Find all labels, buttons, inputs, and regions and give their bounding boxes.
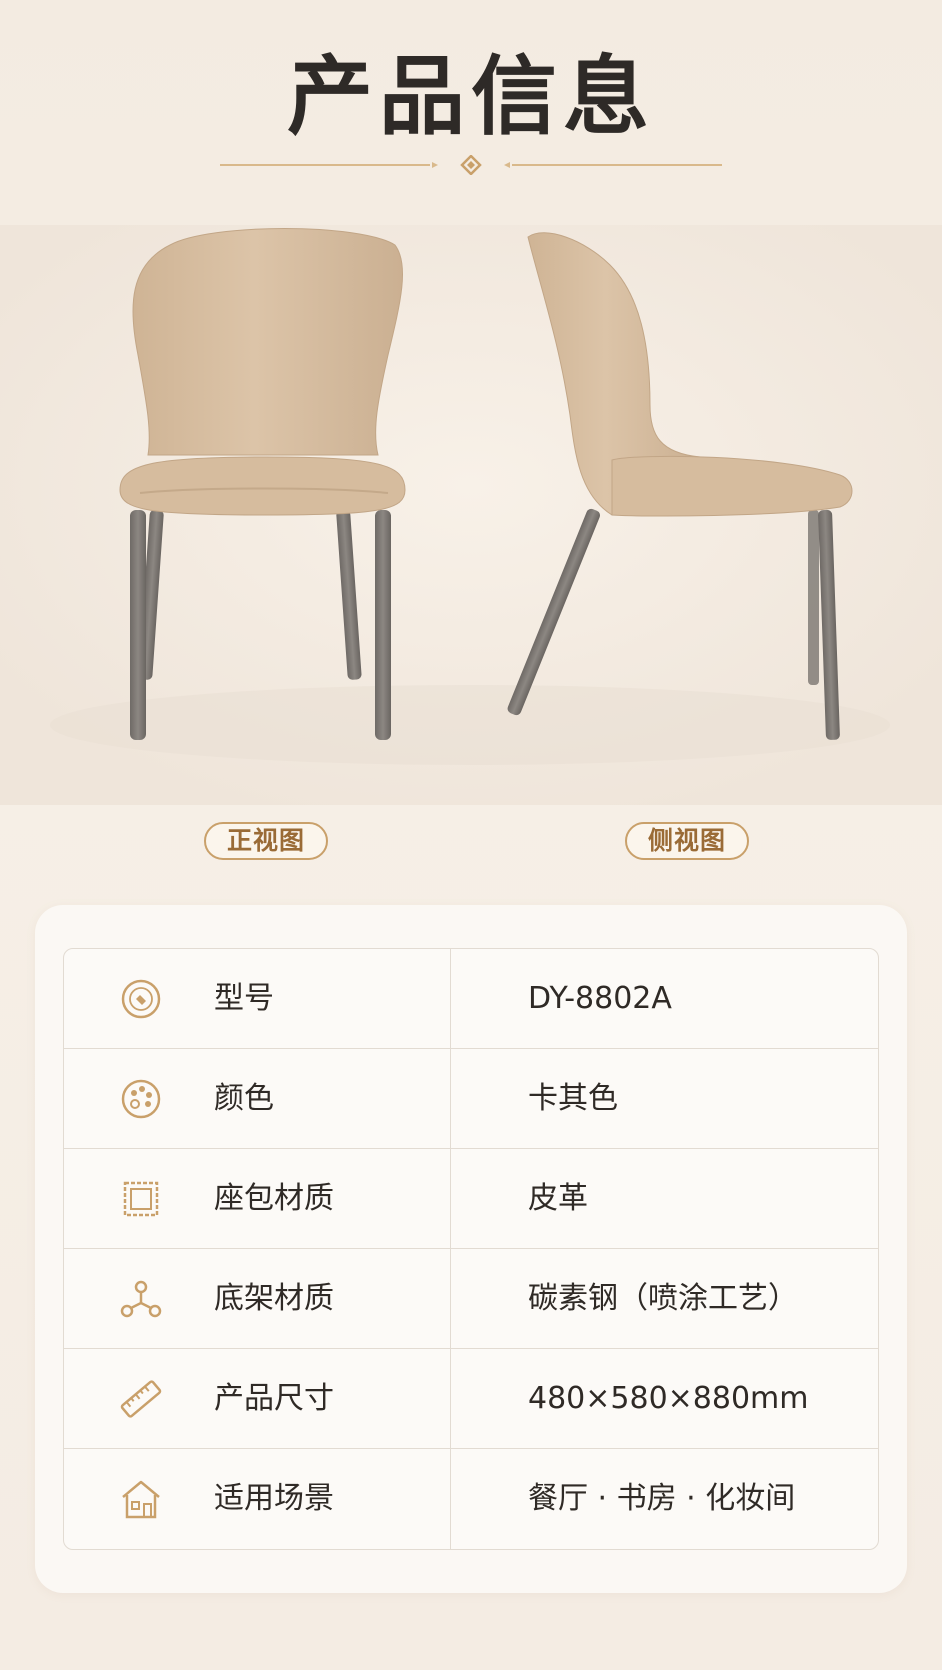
spec-value: 餐厅 · 书房 · 化妆间 bbox=[528, 1481, 796, 1516]
spec-value: 皮革 bbox=[528, 1181, 588, 1216]
page-title: 产品信息 bbox=[287, 47, 655, 147]
spec-row-model: 型号 DY-8802A bbox=[64, 949, 878, 1049]
fabric-swatch-icon bbox=[123, 1181, 159, 1217]
color-palette-icon bbox=[121, 1079, 161, 1119]
model-badge-icon bbox=[121, 979, 161, 1019]
chair-product-photo bbox=[0, 225, 942, 805]
column-divider bbox=[450, 1049, 451, 1148]
column-divider bbox=[450, 1349, 451, 1448]
column-divider bbox=[450, 1449, 451, 1549]
spec-value: 碳素钢（喷涂工艺） bbox=[528, 1281, 798, 1316]
spec-row-scenarios: 适用场景 餐厅 · 书房 · 化妆间 bbox=[64, 1449, 878, 1549]
spec-value: 卡其色 bbox=[528, 1081, 618, 1116]
spec-label: 颜色 bbox=[214, 1081, 274, 1116]
spec-value: DY-8802A bbox=[528, 981, 672, 1016]
spec-table: 型号 DY-8802A 颜色 卡其色 座包材质 皮革 底架材质 碳素钢（喷涂工艺… bbox=[63, 948, 879, 1550]
spec-value: 480×580×880mm bbox=[528, 1381, 809, 1416]
column-divider bbox=[450, 949, 451, 1048]
ruler-icon bbox=[120, 1380, 162, 1418]
spec-row-color: 颜色 卡其色 bbox=[64, 1049, 878, 1149]
spec-row-frame-material: 底架材质 碳素钢（喷涂工艺） bbox=[64, 1249, 878, 1349]
front-view-label: 正视图 bbox=[204, 822, 328, 860]
column-divider bbox=[450, 1249, 451, 1348]
spec-row-seat-material: 座包材质 皮革 bbox=[64, 1149, 878, 1249]
spec-row-dimensions: 产品尺寸 480×580×880mm bbox=[64, 1349, 878, 1449]
frame-structure-icon bbox=[120, 1280, 162, 1318]
spec-label: 适用场景 bbox=[214, 1481, 334, 1516]
spec-label: 产品尺寸 bbox=[214, 1381, 334, 1416]
side-view-label: 侧视图 bbox=[625, 822, 749, 860]
spec-label: 型号 bbox=[214, 981, 274, 1016]
spec-label: 底架材质 bbox=[214, 1281, 334, 1316]
spec-label: 座包材质 bbox=[214, 1181, 334, 1216]
house-icon bbox=[122, 1480, 160, 1519]
title-divider bbox=[220, 155, 722, 175]
column-divider bbox=[450, 1149, 451, 1248]
